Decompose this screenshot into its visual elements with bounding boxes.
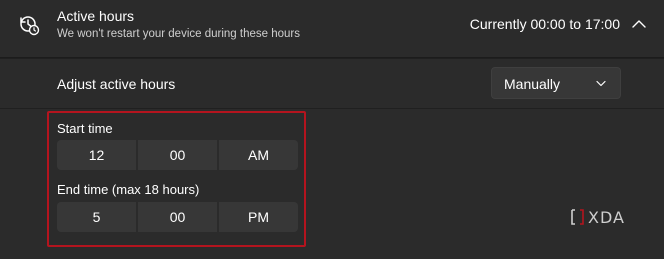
header-title: Active hours — [57, 8, 135, 24]
dropdown-selected-value: Manually — [504, 76, 561, 92]
active-hours-header[interactable]: Active hours We won't restart your devic… — [0, 0, 664, 58]
current-hours-status: Currently 00:00 to 17:00 — [469, 16, 620, 32]
start-period[interactable]: AM — [219, 140, 298, 170]
end-hour[interactable]: 5 — [57, 202, 136, 232]
start-hour[interactable]: 12 — [57, 140, 136, 170]
xda-watermark-logo: XDA — [571, 208, 625, 226]
adjust-mode-dropdown[interactable]: Manually — [491, 67, 621, 99]
start-minute[interactable]: 00 — [138, 140, 217, 170]
end-minute[interactable]: 00 — [138, 202, 217, 232]
header-subtitle: We won't restart your device during thes… — [57, 28, 300, 40]
start-time-label: Start time — [57, 121, 113, 136]
end-time-label: End time (max 18 hours) — [57, 182, 200, 197]
chevron-up-icon[interactable] — [632, 19, 646, 29]
watermark-text: XDA — [588, 208, 625, 226]
clock-sync-icon — [20, 16, 40, 36]
start-time-picker[interactable]: 12 00 AM — [57, 140, 298, 170]
adjust-label: Adjust active hours — [57, 76, 176, 92]
end-period[interactable]: PM — [219, 202, 298, 232]
end-time-picker[interactable]: 5 00 PM — [57, 202, 298, 232]
adjust-active-hours-row: Adjust active hours Manually — [0, 59, 664, 108]
chevron-down-icon — [596, 80, 606, 87]
